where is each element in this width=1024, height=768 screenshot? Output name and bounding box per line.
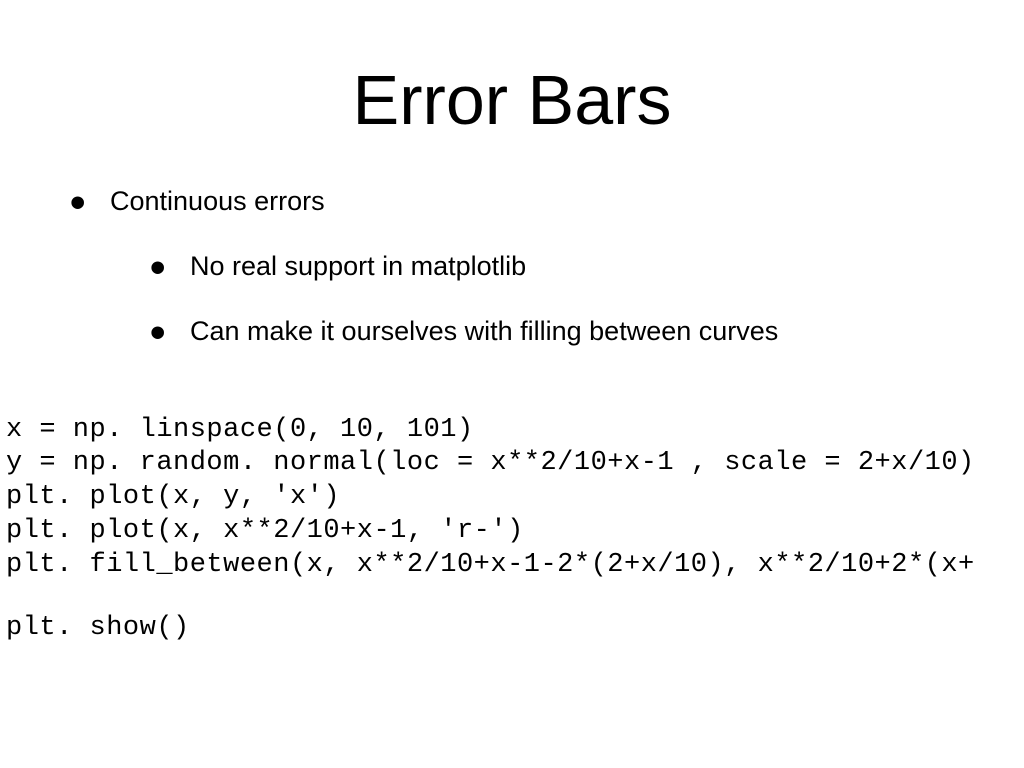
bullet-list: Continuous errors No real support in mat… (0, 180, 1024, 354)
code-line-6: plt. show() (6, 613, 190, 643)
code-line-5: plt. fill_between(x, x**2/10+x-1-2*(2+x/… (6, 550, 975, 580)
slide: Error Bars Continuous errors No real sup… (0, 0, 1024, 768)
sub-bullet-1-text: No real support in matplotlib (190, 251, 526, 281)
sub-bullet-2-text: Can make it ourselves with filling betwe… (190, 316, 778, 346)
code-line-3: plt. plot(x, y, 'x') (6, 482, 340, 512)
sub-bullet-1: No real support in matplotlib (150, 245, 1024, 288)
code-line-2: y = np. random. normal(loc = x**2/10+x-1… (6, 448, 975, 478)
code-line-4: plt. plot(x, x**2/10+x-1, 'r-') (6, 516, 524, 546)
sub-bullet-list: No real support in matplotlib Can make i… (110, 245, 1024, 353)
code-line-1: x = np. linspace(0, 10, 101) (6, 415, 474, 445)
code-block: x = np. linspace(0, 10, 101) y = np. ran… (0, 414, 1024, 647)
bullet-main-text: Continuous errors (110, 186, 325, 216)
bullet-main: Continuous errors No real support in mat… (70, 180, 1024, 354)
slide-title: Error Bars (0, 0, 1024, 180)
sub-bullet-2: Can make it ourselves with filling betwe… (150, 310, 1024, 353)
